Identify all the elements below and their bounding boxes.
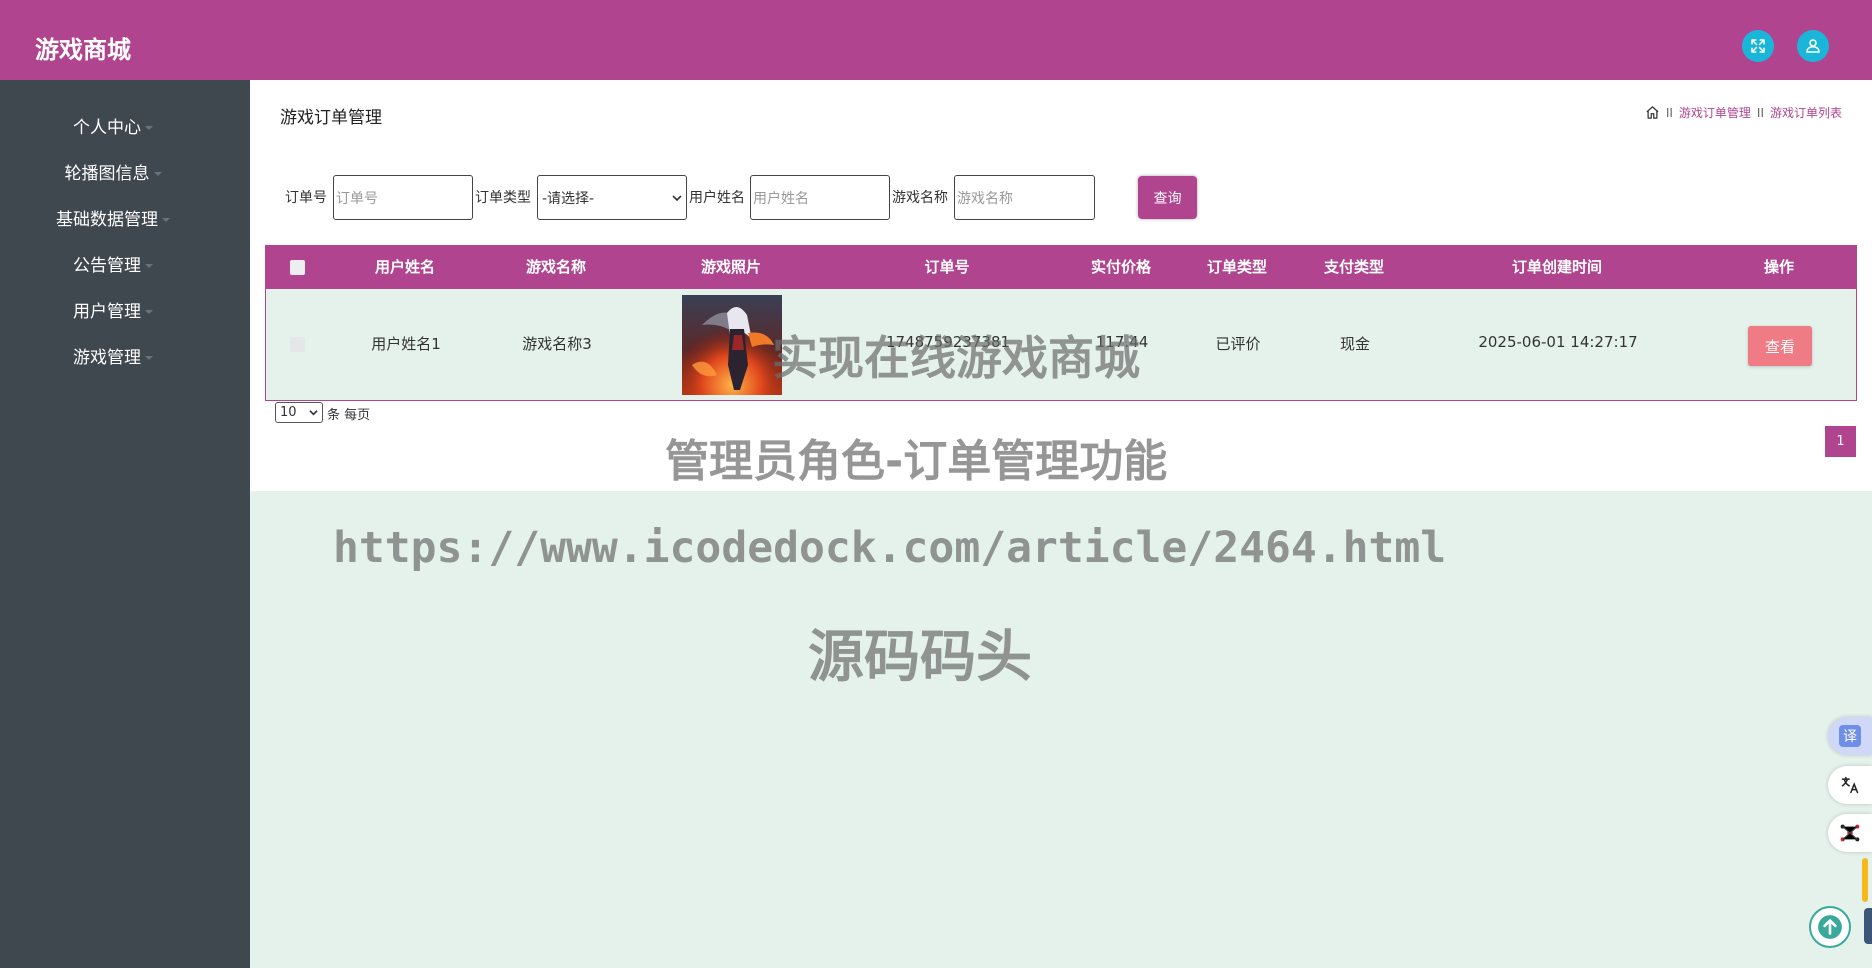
user-name-input[interactable]: 用户姓名 xyxy=(750,175,890,220)
column-header: 游戏名称 xyxy=(525,258,587,276)
sidebar-item-games[interactable]: 游戏管理 xyxy=(0,343,226,368)
column-header: 订单号 xyxy=(924,258,970,276)
watermark-line: 源码码头 xyxy=(808,625,1032,690)
column-header: 订单类型 xyxy=(1206,258,1268,276)
cell-created-time: 2025-06-01 14:27:17 xyxy=(1478,333,1638,351)
caret-down-icon xyxy=(162,218,170,222)
column-header: 实付价格 xyxy=(1090,258,1152,276)
game-name-placeholder: 游戏名称 xyxy=(957,190,1013,207)
order-type-label: 订单类型 xyxy=(475,190,531,206)
breadcrumb-separator: II xyxy=(1756,105,1764,120)
language-icon xyxy=(1841,776,1859,794)
translate-badge: 译 xyxy=(1839,725,1861,747)
fullscreen-icon xyxy=(1751,39,1765,53)
breadcrumb-separator: II xyxy=(1665,105,1673,120)
user-icon xyxy=(1806,39,1820,53)
cell-game-name: 游戏名称3 xyxy=(522,335,592,353)
chevron-down-icon xyxy=(309,410,318,416)
mindmap-float-button[interactable] xyxy=(1828,814,1872,852)
language-float-button[interactable] xyxy=(1828,766,1872,804)
sidebar-item-label: 用户管理 xyxy=(73,302,141,322)
sidebar-item-label: 个人中心 xyxy=(73,118,141,138)
sidebar-item-notice[interactable]: 公告管理 xyxy=(0,251,226,276)
caret-down-icon xyxy=(145,310,153,314)
home-icon[interactable] xyxy=(1645,105,1660,120)
row-checkbox[interactable] xyxy=(290,337,305,352)
game-photo xyxy=(682,295,782,395)
view-button[interactable]: 查看 xyxy=(1748,326,1812,366)
sidebar-item-users[interactable]: 用户管理 xyxy=(0,297,226,322)
sidebar-item-carousel[interactable]: 轮播图信息 xyxy=(0,159,226,184)
sidebar-item-label: 公告管理 xyxy=(73,256,141,276)
cell-order-type: 已评价 xyxy=(1215,335,1261,353)
caret-down-icon xyxy=(145,264,153,268)
column-header: 游戏照片 xyxy=(700,258,762,276)
page-number-button[interactable]: 1 xyxy=(1825,426,1856,457)
user-button[interactable] xyxy=(1797,30,1829,62)
breadcrumb-order-list[interactable]: 游戏订单列表 xyxy=(1770,104,1842,121)
network-icon xyxy=(1840,824,1860,842)
page-size-value: 10 xyxy=(280,405,297,420)
game-name-label: 游戏名称 xyxy=(892,190,948,206)
column-header: 订单创建时间 xyxy=(1511,258,1603,276)
cell-pay-type: 现金 xyxy=(1339,335,1371,353)
user-name-label: 用户姓名 xyxy=(689,190,745,206)
top-header: 游戏商城 xyxy=(0,0,1872,80)
query-button[interactable]: 查询 xyxy=(1138,176,1197,219)
per-page-text: 条 每页 xyxy=(327,408,371,423)
fullscreen-button[interactable] xyxy=(1742,30,1774,62)
sidebar-item-label: 轮播图信息 xyxy=(64,164,150,184)
order-no-placeholder: 订单号 xyxy=(336,190,378,207)
arrow-up-icon xyxy=(1818,915,1842,939)
select-all-checkbox[interactable] xyxy=(290,260,305,275)
caret-down-icon xyxy=(153,172,162,176)
watermark-line: 管理员角色-订单管理功能 xyxy=(665,436,1168,487)
sidebar-item-label: 游戏管理 xyxy=(73,348,141,368)
page-size-select[interactable]: 10 xyxy=(275,402,323,423)
cell-user-name: 用户姓名1 xyxy=(371,335,441,353)
column-header: 支付类型 xyxy=(1323,258,1385,276)
brand-title: 游戏商城 xyxy=(35,36,131,64)
side-progress-bar xyxy=(1862,858,1868,902)
translate-float-button[interactable]: 译 xyxy=(1828,717,1872,755)
table-header: 用户姓名 游戏名称 游戏照片 订单号 实付价格 订单类型 支付类型 订单创建时间… xyxy=(265,245,1857,289)
user-name-placeholder: 用户姓名 xyxy=(753,190,809,207)
breadcrumb-order-management[interactable]: 游戏订单管理 xyxy=(1679,104,1751,121)
order-type-select[interactable]: -请选择- xyxy=(537,175,687,220)
column-header: 用户姓名 xyxy=(374,258,436,276)
breadcrumb: II 游戏订单管理 II 游戏订单列表 xyxy=(1645,104,1842,121)
order-type-selected: -请选择- xyxy=(542,190,595,207)
watermark-line: 实现在线游戏商城 xyxy=(772,331,1140,385)
order-no-input[interactable]: 订单号 xyxy=(333,175,473,220)
sidebar: 个人中心 轮播图信息 基础数据管理 公告管理 用户管理 游戏管理 xyxy=(0,80,250,968)
sidebar-item-personal-center[interactable]: 个人中心 xyxy=(0,113,226,138)
sidebar-item-label: 基础数据管理 xyxy=(56,210,158,230)
sidebar-item-basic-data[interactable]: 基础数据管理 xyxy=(0,205,226,230)
column-header: 操作 xyxy=(1763,258,1795,276)
side-handle[interactable] xyxy=(1864,908,1872,944)
caret-down-icon xyxy=(145,356,153,360)
caret-down-icon xyxy=(145,126,153,130)
chevron-down-icon xyxy=(672,194,682,201)
game-photo-image xyxy=(682,295,782,395)
game-name-input[interactable]: 游戏名称 xyxy=(954,175,1095,220)
watermark-line: https://www.icodedock.com/article/2464.h… xyxy=(333,523,1447,573)
page-title: 游戏订单管理 xyxy=(280,108,382,128)
order-no-label: 订单号 xyxy=(285,190,327,206)
scroll-to-top-button[interactable] xyxy=(1809,906,1851,948)
